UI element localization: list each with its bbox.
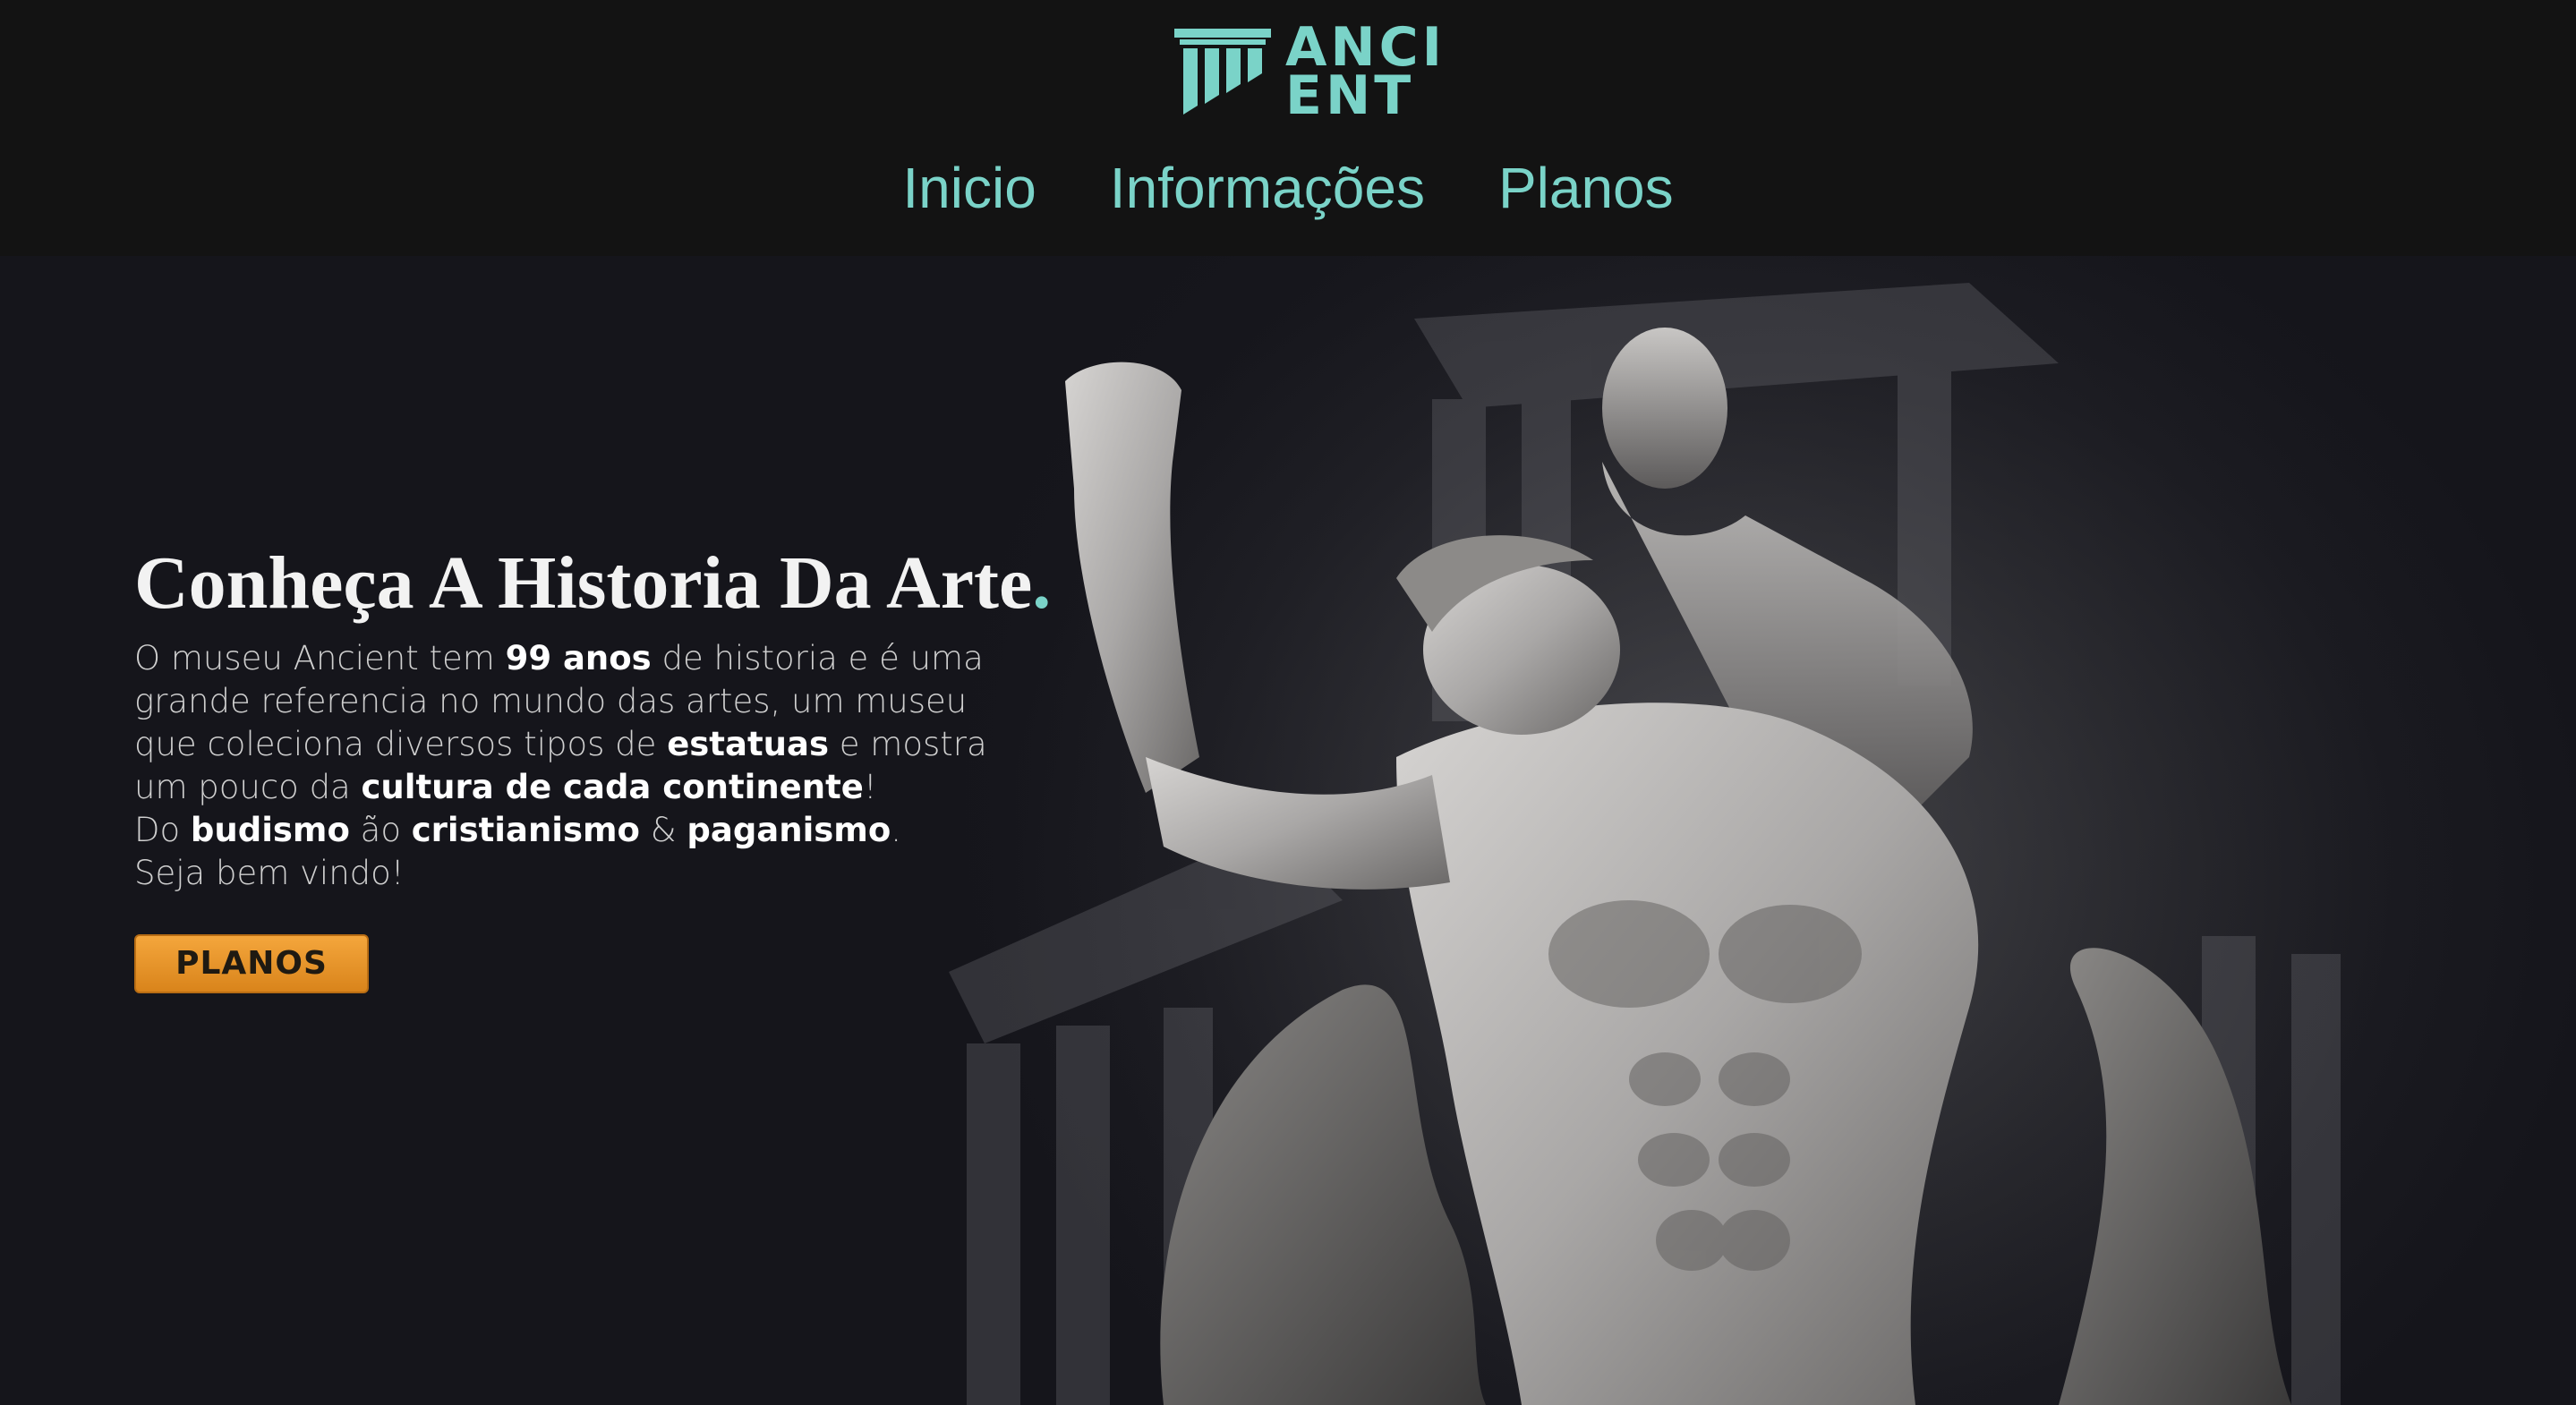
hero-section: Conheça A Historia Da Arte. O museu Anci… — [0, 256, 2576, 1405]
nav-item-planos[interactable]: Planos — [1498, 154, 1674, 223]
nav-item-inicio[interactable]: Inicio — [902, 154, 1036, 223]
hero-description: O museu Ancient tem 99 anos de historia … — [134, 637, 994, 895]
text-bold: cristianismo — [411, 811, 640, 850]
site-header: ANCI ENT Inicio Informações Planos — [0, 0, 2576, 256]
text-span: de historia e é uma — [651, 639, 984, 678]
text-bold: paganismo — [687, 811, 891, 850]
hero-text-line-1: O museu Ancient tem 99 anos de historia … — [134, 637, 994, 680]
text-span: O museu Ancient tem — [134, 639, 506, 678]
hero-text-line-6: Seja bem vindo! — [134, 854, 405, 893]
hero-text-line-4: um pouco da cultura de cada continente! — [134, 766, 994, 809]
hero-content: Conheça A Historia Da Arte. O museu Anci… — [134, 541, 1119, 994]
column-icon — [1174, 29, 1271, 115]
main-nav: Inicio Informações Planos — [0, 154, 2576, 223]
brand-line-2: ENT — [1285, 64, 1415, 127]
page: ANCI ENT Inicio Informações Planos Conhe… — [0, 0, 2576, 1405]
text-span: que coleciona diversos tipos de — [134, 725, 668, 764]
text-span: ! — [863, 768, 877, 807]
planos-button[interactable]: PLANOS — [134, 934, 369, 994]
text-span: um pouco da — [134, 768, 362, 807]
hero-title-text: Conheça A Historia Da Arte — [134, 541, 1033, 625]
text-span: ão — [349, 811, 412, 850]
hero-text-line-2: grande referencia no mundo das artes, um… — [134, 682, 968, 721]
text-span: . — [891, 811, 902, 850]
hero-title: Conheça A Historia Da Arte. — [134, 541, 1119, 625]
text-bold: cultura de cada continente — [361, 768, 864, 807]
text-span: e mostra — [828, 725, 987, 764]
brand-wordmark: ANCI ENT — [1285, 21, 1442, 127]
text-bold: estatuas — [667, 725, 829, 764]
text-bold: budismo — [190, 811, 350, 850]
hero-title-dot: . — [1032, 541, 1052, 625]
hero-text-line-5: Do budismo ão cristianismo & paganismo. — [134, 809, 994, 852]
text-bold: 99 anos — [505, 639, 652, 678]
nav-item-informacoes[interactable]: Informações — [1110, 154, 1425, 223]
text-span: Do — [134, 811, 191, 850]
brand-logo[interactable]: ANCI ENT — [1174, 21, 1442, 127]
text-span: & — [639, 811, 687, 850]
hero-text-line-3: que coleciona diversos tipos de estatuas… — [134, 723, 994, 766]
